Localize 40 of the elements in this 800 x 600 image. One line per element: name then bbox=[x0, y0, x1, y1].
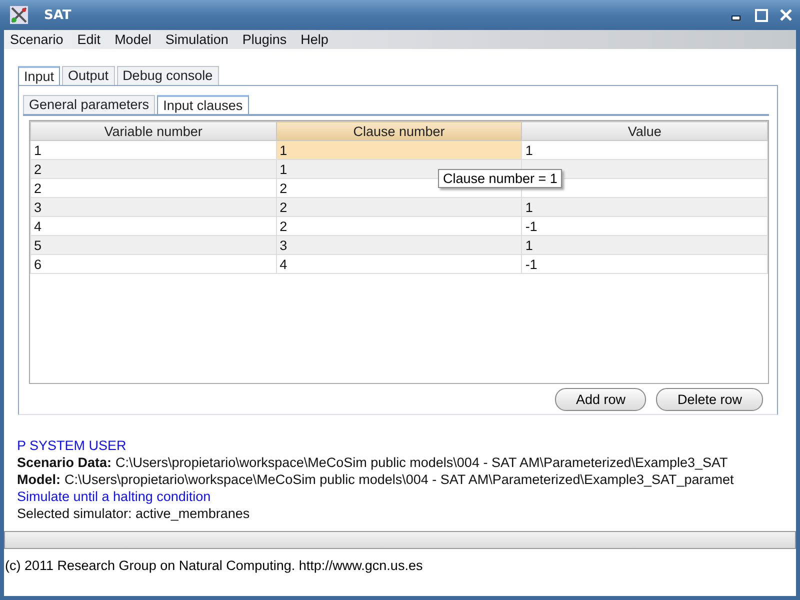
table-cell[interactable]: 5 bbox=[30, 236, 276, 254]
log-line: C:\Users\propietario\workspace\MeCoSim public models\004 - SAT AM\Parameterized\Example3_SAT_paramet bbox=[64, 472, 734, 487]
close-icon[interactable] bbox=[780, 9, 792, 21]
log-label: Scenario Data: bbox=[17, 455, 112, 470]
column-header[interactable]: Value bbox=[522, 122, 768, 140]
menu-item[interactable]: Model bbox=[112, 32, 154, 47]
menu-item[interactable]: Plugins bbox=[240, 32, 289, 47]
tab[interactable]: Debug console bbox=[116, 66, 219, 85]
menu-item[interactable]: Scenario bbox=[8, 32, 66, 47]
table-cell[interactable]: 6 bbox=[30, 254, 276, 274]
table-cell[interactable]: 1 bbox=[522, 236, 768, 254]
window-title: SAT bbox=[44, 8, 72, 22]
menu-item[interactable]: Simulation bbox=[163, 32, 230, 47]
table-cell[interactable]: 1 bbox=[276, 140, 522, 160]
tab[interactable]: Input bbox=[18, 66, 60, 85]
column-header[interactable]: Clause number bbox=[276, 122, 522, 140]
tab[interactable]: Input clauses bbox=[157, 95, 249, 114]
table-cell[interactable]: -1 bbox=[522, 254, 768, 274]
button[interactable]: Delete row bbox=[656, 388, 763, 411]
menu-item[interactable]: Edit bbox=[75, 32, 103, 47]
table-cell[interactable]: 1 bbox=[522, 198, 768, 216]
log-line: Selected simulator: active_membranes bbox=[17, 505, 251, 522]
tooltip: Clause number = 1 bbox=[438, 169, 562, 188]
table-cell[interactable]: 2 bbox=[276, 198, 522, 216]
footer-text: (c) 2011 Research Group on Natural Computing. http://www.gcn.us.es bbox=[4, 558, 424, 573]
table-cell[interactable]: 4 bbox=[276, 254, 522, 274]
table-cell[interactable]: 3 bbox=[276, 236, 522, 254]
tab[interactable]: General parameters bbox=[23, 95, 156, 114]
log-line: Simulate until a halting condition bbox=[17, 488, 212, 505]
column-header[interactable]: Variable number bbox=[30, 122, 276, 140]
log-line: C:\Users\propietario\workspace\MeCoSim public models\004 - SAT AM\Parameterized\Example3_SAT bbox=[116, 455, 728, 470]
table-cell[interactable]: 2 bbox=[30, 160, 276, 178]
menu-item[interactable]: Help bbox=[298, 32, 330, 47]
button[interactable]: Add row bbox=[554, 388, 646, 411]
log-line: P SYSTEM USER bbox=[17, 437, 128, 454]
tab[interactable]: Output bbox=[62, 66, 115, 85]
app-icon bbox=[10, 6, 28, 24]
maximize-icon[interactable] bbox=[755, 8, 768, 22]
log-label: Model: bbox=[17, 472, 60, 487]
table-cell[interactable]: 3 bbox=[30, 198, 276, 216]
